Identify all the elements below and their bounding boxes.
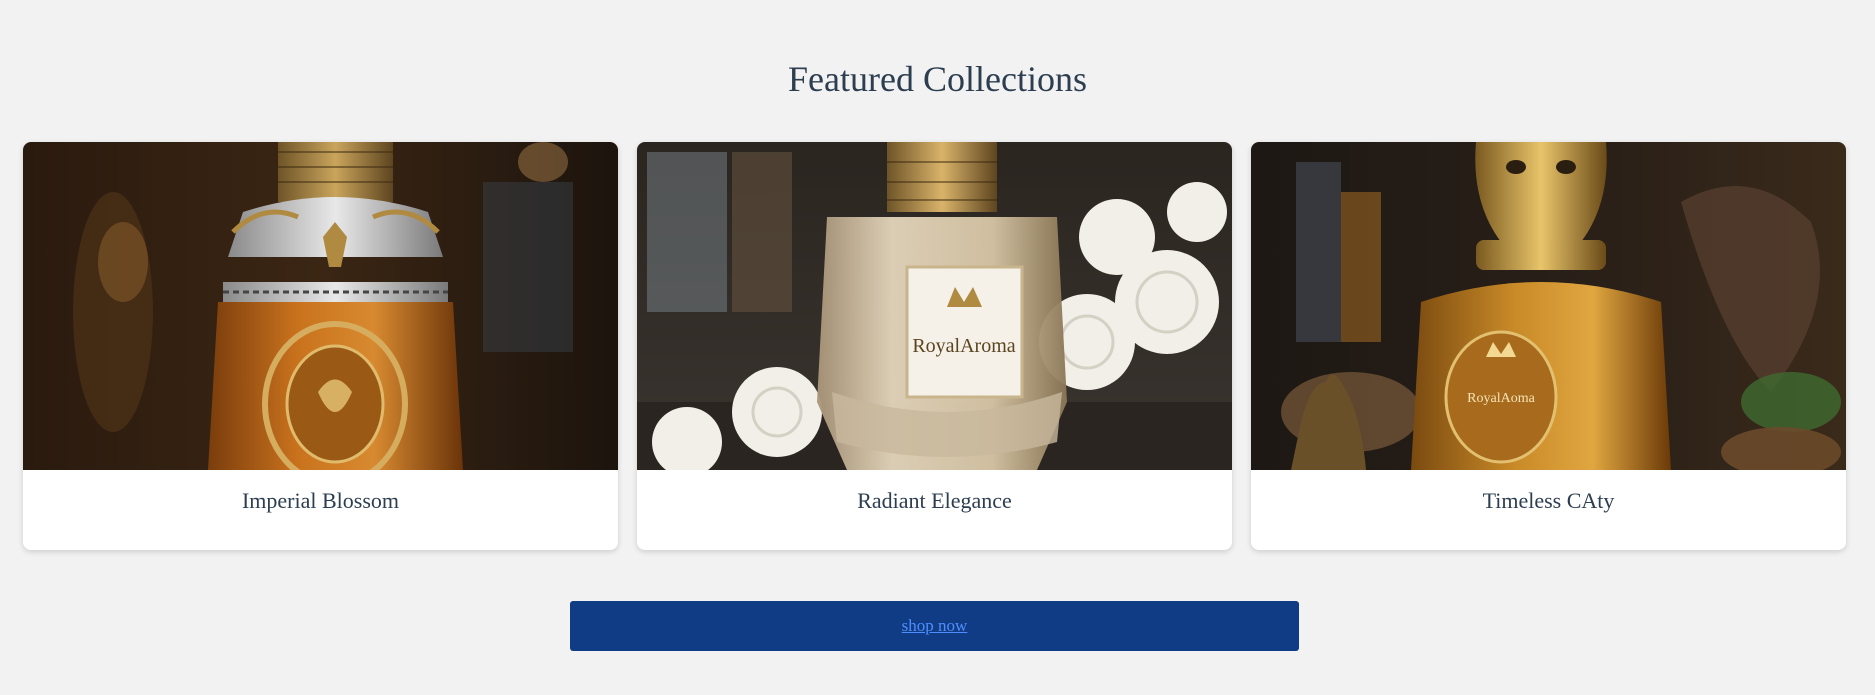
collection-name[interactable]: Timeless CAty — [1251, 488, 1846, 514]
collection-image[interactable]: RoyalAroma — [637, 142, 1232, 470]
bottle-label-brand: RoyalAroma — [912, 335, 1015, 357]
bottle-label-brand: RoyalAoma — [1467, 391, 1535, 406]
shop-now-link[interactable]: shop now — [902, 616, 968, 636]
collection-name[interactable]: Imperial Blossom — [23, 488, 618, 514]
collection-card-radiant-elegance[interactable]: RoyalAroma Radiant Elegance — [637, 142, 1232, 550]
collection-name[interactable]: Radiant Elegance — [637, 488, 1232, 514]
shop-now-button[interactable]: shop now — [570, 601, 1299, 651]
collection-card-imperial-blossom[interactable]: Imperial Blossom — [23, 142, 618, 550]
featured-collections-section: Featured Collections Imperial Blossom Ro… — [0, 0, 1875, 695]
section-title: Featured Collections — [788, 59, 1087, 99]
collection-card-timeless-caty[interactable]: RoyalAoma Timeless CAty — [1251, 142, 1846, 550]
collection-image[interactable]: RoyalAoma — [1251, 142, 1846, 470]
collection-image[interactable] — [23, 142, 618, 470]
